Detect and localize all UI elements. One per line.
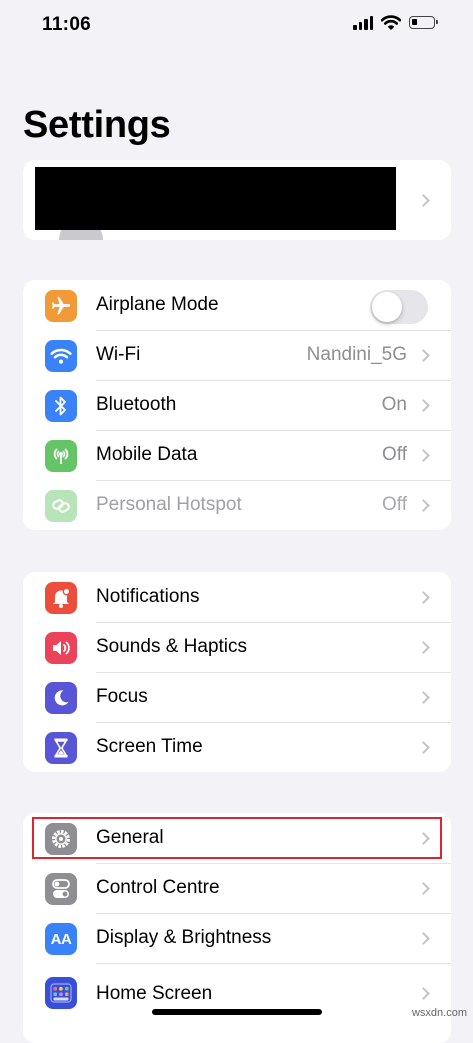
settings-row-personal-hotspot[interactable]: Personal Hotspot Off xyxy=(23,480,451,530)
row-label: Airplane Mode xyxy=(96,294,219,315)
antenna-icon xyxy=(45,440,77,472)
row-label: Personal Hotspot xyxy=(96,494,242,515)
chevron-right-icon xyxy=(417,641,430,654)
settings-row-control-centre[interactable]: Control Centre xyxy=(23,863,451,913)
row-label: Sounds & Haptics xyxy=(96,636,248,657)
chevron-right-icon xyxy=(417,691,430,704)
settings-row-wifi[interactable]: Wi-Fi Nandini_5G xyxy=(23,330,451,380)
row-label: Mobile Data xyxy=(96,444,198,465)
settings-row-focus[interactable]: Focus xyxy=(23,672,451,722)
status-icons xyxy=(353,15,438,30)
chevron-right-icon xyxy=(417,591,430,604)
row-label: Bluetooth xyxy=(96,394,177,415)
chevron-right-icon xyxy=(417,349,430,362)
wifi-status-icon xyxy=(381,15,401,30)
row-value: Nandini_5G xyxy=(306,344,407,365)
bluetooth-icon xyxy=(45,390,77,422)
cellular-signal-icon xyxy=(353,15,373,30)
settings-row-mobile-data[interactable]: Mobile Data Off xyxy=(23,430,451,480)
row-label: Wi-Fi xyxy=(96,344,141,365)
airplane-mode-toggle[interactable] xyxy=(370,290,428,324)
hotspot-icon xyxy=(45,490,77,522)
chevron-right-icon xyxy=(417,882,430,895)
page-title: Settings xyxy=(23,104,171,146)
chevron-right-icon xyxy=(417,741,430,754)
row-value: On xyxy=(381,394,407,415)
connectivity-group: Airplane Mode Wi-Fi Nandini_5G Bluetooth… xyxy=(23,280,451,530)
chevron-right-icon xyxy=(417,987,430,1000)
chevron-right-icon xyxy=(417,399,430,412)
settings-row-sounds-haptics[interactable]: Sounds & Haptics xyxy=(23,622,451,672)
moon-icon xyxy=(45,682,77,714)
row-label: Focus xyxy=(96,686,148,707)
chevron-right-icon xyxy=(417,194,430,207)
bell-icon xyxy=(45,582,77,614)
apple-id-profile-card[interactable] xyxy=(23,160,451,240)
row-label: Home Screen xyxy=(96,983,213,1004)
settings-row-home-screen[interactable]: Home Screen xyxy=(23,963,451,1013)
general-highlight-box xyxy=(32,817,442,859)
status-bar: 11:06 xyxy=(0,0,473,52)
chevron-right-icon xyxy=(417,932,430,945)
row-label: Notifications xyxy=(96,586,200,607)
settings-row-bluetooth[interactable]: Bluetooth On xyxy=(23,380,451,430)
chevron-right-icon xyxy=(417,499,430,512)
notifications-group: Notifications Sounds & Haptics Focus Scr… xyxy=(23,572,451,772)
settings-row-screen-time[interactable]: Screen Time xyxy=(23,722,451,772)
home-indicator xyxy=(152,1009,322,1015)
redacted-profile-info xyxy=(35,167,396,230)
app-grid-icon xyxy=(45,977,77,1009)
watermark: wsxdn.com xyxy=(411,1007,467,1019)
row-label: Display & Brightness xyxy=(96,927,272,948)
wifi-icon xyxy=(45,340,77,372)
row-value: Off xyxy=(382,494,407,515)
hourglass-icon xyxy=(45,732,77,764)
row-value: Off xyxy=(382,444,407,465)
status-time: 11:06 xyxy=(42,14,92,35)
row-label: Control Centre xyxy=(96,877,220,898)
settings-row-airplane-mode[interactable]: Airplane Mode xyxy=(23,280,451,330)
settings-row-notifications[interactable]: Notifications xyxy=(23,572,451,622)
airplane-icon xyxy=(45,290,77,322)
speaker-icon xyxy=(45,632,77,664)
chevron-right-icon xyxy=(417,449,430,462)
row-label: Screen Time xyxy=(96,736,203,757)
settings-row-display-brightness[interactable]: AA Display & Brightness xyxy=(23,913,451,963)
toggles-icon xyxy=(45,873,77,905)
battery-icon xyxy=(409,16,438,29)
text-size-icon: AA xyxy=(45,923,77,955)
